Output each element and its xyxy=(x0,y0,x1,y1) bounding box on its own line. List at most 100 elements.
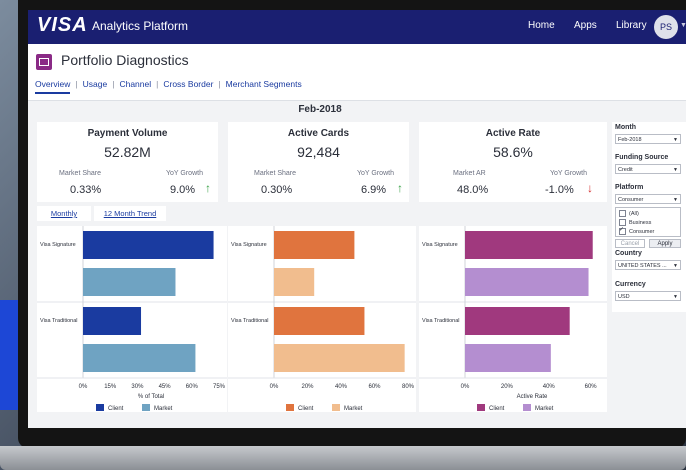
category-label: Visa Traditional xyxy=(231,318,269,324)
tab-channel[interactable]: Channel xyxy=(119,79,151,92)
cancel-button[interactable]: Cancel xyxy=(615,239,645,248)
apply-button[interactable]: Apply xyxy=(649,239,681,248)
option-consumer[interactable]: Consumer xyxy=(619,226,654,235)
bar-market xyxy=(274,344,405,372)
chevron-down-icon[interactable]: ▼ xyxy=(680,22,686,29)
country-label: Country xyxy=(615,250,642,257)
legend-swatch xyxy=(286,404,294,411)
tick-label: 60% xyxy=(585,384,598,390)
currency-label: Currency xyxy=(615,281,646,288)
bar-client xyxy=(274,307,365,335)
chevron-down-icon: ▼ xyxy=(673,294,678,300)
kpi-value: 52.82M xyxy=(104,144,151,160)
bar-client xyxy=(465,307,570,335)
funding-source-select[interactable]: Credit ▼ xyxy=(615,164,681,174)
trend-toggle[interactable]: 12 Month Trend xyxy=(94,206,166,221)
tab-merchant-segments[interactable]: Merchant Segments xyxy=(226,79,302,92)
axis-title: % of Total xyxy=(138,394,164,400)
page-title: Portfolio Diagnostics xyxy=(61,52,189,68)
visa-logo[interactable]: VISA xyxy=(37,14,88,37)
kpi-right-value: -1.0% xyxy=(545,184,574,196)
category-label: Visa Traditional xyxy=(40,318,78,324)
laptop-base xyxy=(0,446,686,470)
chart-active-cards: Visa Signature Visa Traditional 0% 20% 40% 60… xyxy=(228,226,416,412)
currency-select[interactable]: USD ▼ xyxy=(615,291,681,301)
tick-label: 30% xyxy=(131,384,144,390)
legend-swatch xyxy=(96,404,104,411)
user-avatar[interactable]: PS xyxy=(654,15,678,39)
kpi-title: Payment Volume xyxy=(87,128,168,139)
kpi-title: Active Cards xyxy=(287,128,350,139)
kpi-left-label: Market Share xyxy=(254,170,297,177)
tab-cross-border[interactable]: Cross Border xyxy=(163,79,213,92)
axis-title: Active Rate xyxy=(517,394,548,400)
kpi-right-label: YoY Growth xyxy=(357,170,394,177)
kpi-left-label: Market AR xyxy=(453,170,486,177)
tick-label: 60% xyxy=(368,384,381,390)
legend-label: Client xyxy=(108,406,124,412)
bar-market xyxy=(274,268,315,296)
kpi-value: 92,484 xyxy=(297,144,340,160)
legend-label: Client xyxy=(298,406,314,412)
period-label: Feb-2018 xyxy=(298,104,342,115)
option-business[interactable]: Business xyxy=(619,219,651,226)
legend-label: Client xyxy=(489,406,505,412)
category-label: Visa Signature xyxy=(422,242,458,248)
chevron-down-icon: ▼ xyxy=(673,137,678,143)
legend-label: Market xyxy=(154,406,173,412)
app-title: Analytics Platform xyxy=(92,19,189,33)
chevron-down-icon: ▼ xyxy=(673,197,678,203)
tick-label: 20% xyxy=(501,384,514,390)
dashboard-icon xyxy=(36,54,52,70)
bar-market xyxy=(465,268,589,296)
tick-label: 60% xyxy=(186,384,199,390)
kpi-right-label: YoY Growth xyxy=(550,170,587,177)
bar-market xyxy=(465,344,551,372)
chart-active-rate: Visa Signature Visa Traditional 0% 20% 40% 60… xyxy=(419,226,607,412)
kpi-right-value: 6.9% xyxy=(361,184,387,196)
app-screen: VISA Analytics Platform Home Apps Librar… xyxy=(28,10,686,428)
platform-options-list[interactable]: (All) Business Consumer xyxy=(615,207,681,237)
bar-client xyxy=(465,231,593,259)
legend-swatch xyxy=(477,404,485,411)
tab-usage[interactable]: Usage xyxy=(83,79,108,92)
chart-payment-volume: Visa Signature Visa Traditional 0% 15% 30% 45… xyxy=(37,226,227,412)
trend-down-icon: ↓ xyxy=(587,181,593,195)
chevron-down-icon: ▼ xyxy=(673,263,678,269)
kpi-left-value: 48.0% xyxy=(457,184,489,196)
kpi-title: Active Rate xyxy=(485,128,541,139)
country-select[interactable]: UNITED STATES ... ▼ xyxy=(615,260,681,270)
bar-client xyxy=(274,231,355,259)
option-all[interactable]: (All) xyxy=(619,210,639,217)
legend-swatch xyxy=(142,404,150,411)
platform-select[interactable]: Consumer ▼ xyxy=(615,194,681,204)
month-select[interactable]: Feb-2018 ▼ xyxy=(615,134,681,144)
kpi-right-label: YoY Growth xyxy=(166,170,203,177)
chevron-down-icon: ▼ xyxy=(673,167,678,173)
nav-library[interactable]: Library xyxy=(616,20,647,31)
tab-bar: Overview | Usage | Channel | Cross Border | Merc… xyxy=(35,79,302,94)
legend-swatch xyxy=(523,404,531,411)
bar-client xyxy=(83,231,214,259)
monthly-toggle[interactable]: Monthly xyxy=(37,206,91,221)
tick-label: 45% xyxy=(159,384,172,390)
category-label: Visa Traditional xyxy=(422,318,460,324)
bar-market xyxy=(83,344,196,372)
kpi-card-active-rate: Active Rate 58.6% Market AR YoY Growth 4… xyxy=(419,122,607,202)
tick-label: 0% xyxy=(79,384,88,390)
filters-panel: Month Feb-2018 ▼ Funding Source Credit ▼ P… xyxy=(612,122,686,312)
legend-label: Market xyxy=(535,406,554,412)
tick-label: 75% xyxy=(213,384,226,390)
checkbox-checked-icon xyxy=(619,226,626,235)
month-label: Month xyxy=(615,124,636,131)
tick-label: 0% xyxy=(270,384,279,390)
bar-market xyxy=(83,268,176,296)
trend-up-icon: ↑ xyxy=(205,181,211,195)
kpi-value: 58.6% xyxy=(493,144,533,160)
top-navigation-bar: VISA Analytics Platform Home Apps Librar… xyxy=(28,10,686,44)
tab-overview[interactable]: Overview xyxy=(35,79,71,94)
nav-home[interactable]: Home xyxy=(528,20,555,31)
tick-label: 15% xyxy=(104,384,117,390)
nav-apps[interactable]: Apps xyxy=(574,20,597,31)
trend-up-icon: ↑ xyxy=(397,181,403,195)
